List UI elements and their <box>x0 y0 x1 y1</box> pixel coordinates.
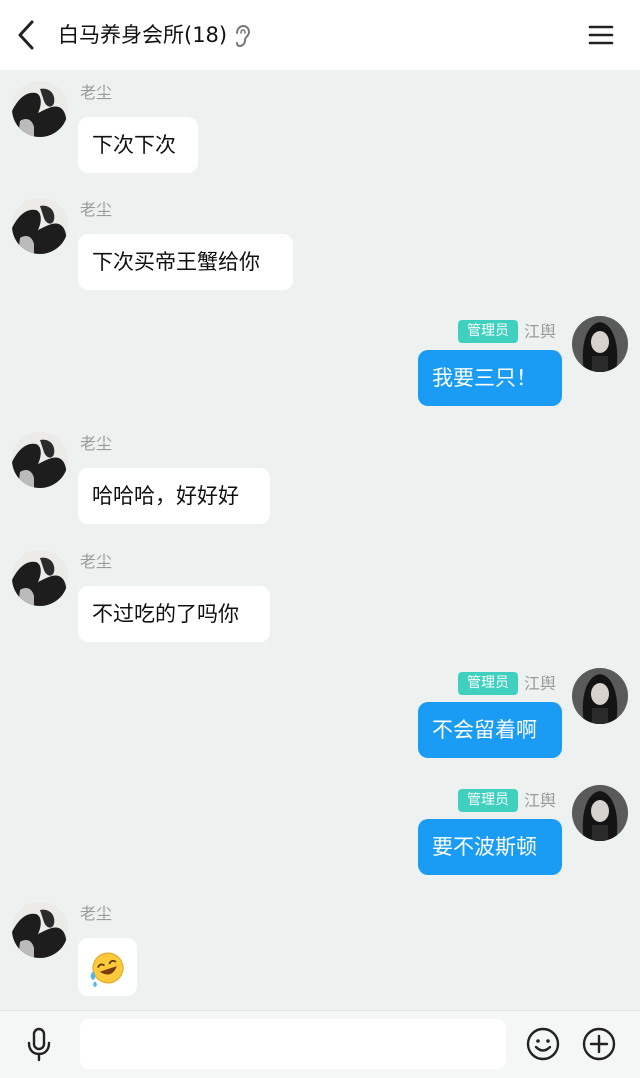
avatar[interactable] <box>572 668 628 724</box>
emoji-button[interactable] <box>526 1027 560 1061</box>
sender-name: 老尘 <box>80 552 113 571</box>
sender-name: 老尘 <box>80 434 113 453</box>
back-button[interactable] <box>12 18 42 52</box>
avatar[interactable] <box>12 81 68 137</box>
menu-button[interactable] <box>586 20 616 50</box>
chat-title[interactable]: 白马养身会所(18) <box>58 20 227 50</box>
message-bubble[interactable]: 哈哈哈，好好好 <box>78 468 270 524</box>
input-bar <box>0 1010 640 1078</box>
admin-badge: 管理员 <box>458 672 518 695</box>
avatar[interactable] <box>572 785 628 841</box>
avatar[interactable] <box>12 902 68 958</box>
message-input[interactable] <box>80 1019 506 1069</box>
back-arrow-icon <box>18 20 34 50</box>
avatar[interactable] <box>12 432 68 488</box>
voice-button[interactable] <box>24 1027 54 1063</box>
mic-icon <box>27 1027 51 1062</box>
message-bubble[interactable]: 不会留着啊 <box>418 702 562 758</box>
ear-icon <box>233 24 251 48</box>
more-button[interactable] <box>582 1027 616 1061</box>
menu-icon <box>588 25 614 45</box>
message-bubble[interactable]: 下次买帝王蟹给你 <box>78 234 293 290</box>
message-bubble[interactable]: 我要三只！ <box>418 350 562 406</box>
smile-icon <box>526 1027 560 1061</box>
plus-icon <box>582 1027 616 1061</box>
admin-badge: 管理员 <box>458 320 518 343</box>
avatar[interactable] <box>12 550 68 606</box>
message-bubble[interactable]: 要不波斯顿 <box>418 819 562 875</box>
sender-name: 老尘 <box>80 83 113 102</box>
sender-name: 江舆 <box>524 674 557 693</box>
avatar[interactable] <box>572 316 628 372</box>
sender-name: 老尘 <box>80 200 113 219</box>
message-bubble[interactable]: 不过吃的了吗你 <box>78 586 270 642</box>
sender-name: 老尘 <box>80 904 113 923</box>
laughing-tears-emoji <box>90 952 124 987</box>
sender-name: 江舆 <box>524 322 557 341</box>
message-bubble[interactable]: 下次下次 <box>78 117 198 173</box>
admin-badge: 管理员 <box>458 789 518 812</box>
chat-header: 白马养身会所(18) <box>0 0 640 70</box>
sticker-bubble[interactable] <box>78 938 137 996</box>
sender-name: 江舆 <box>524 791 557 810</box>
avatar[interactable] <box>12 198 68 254</box>
